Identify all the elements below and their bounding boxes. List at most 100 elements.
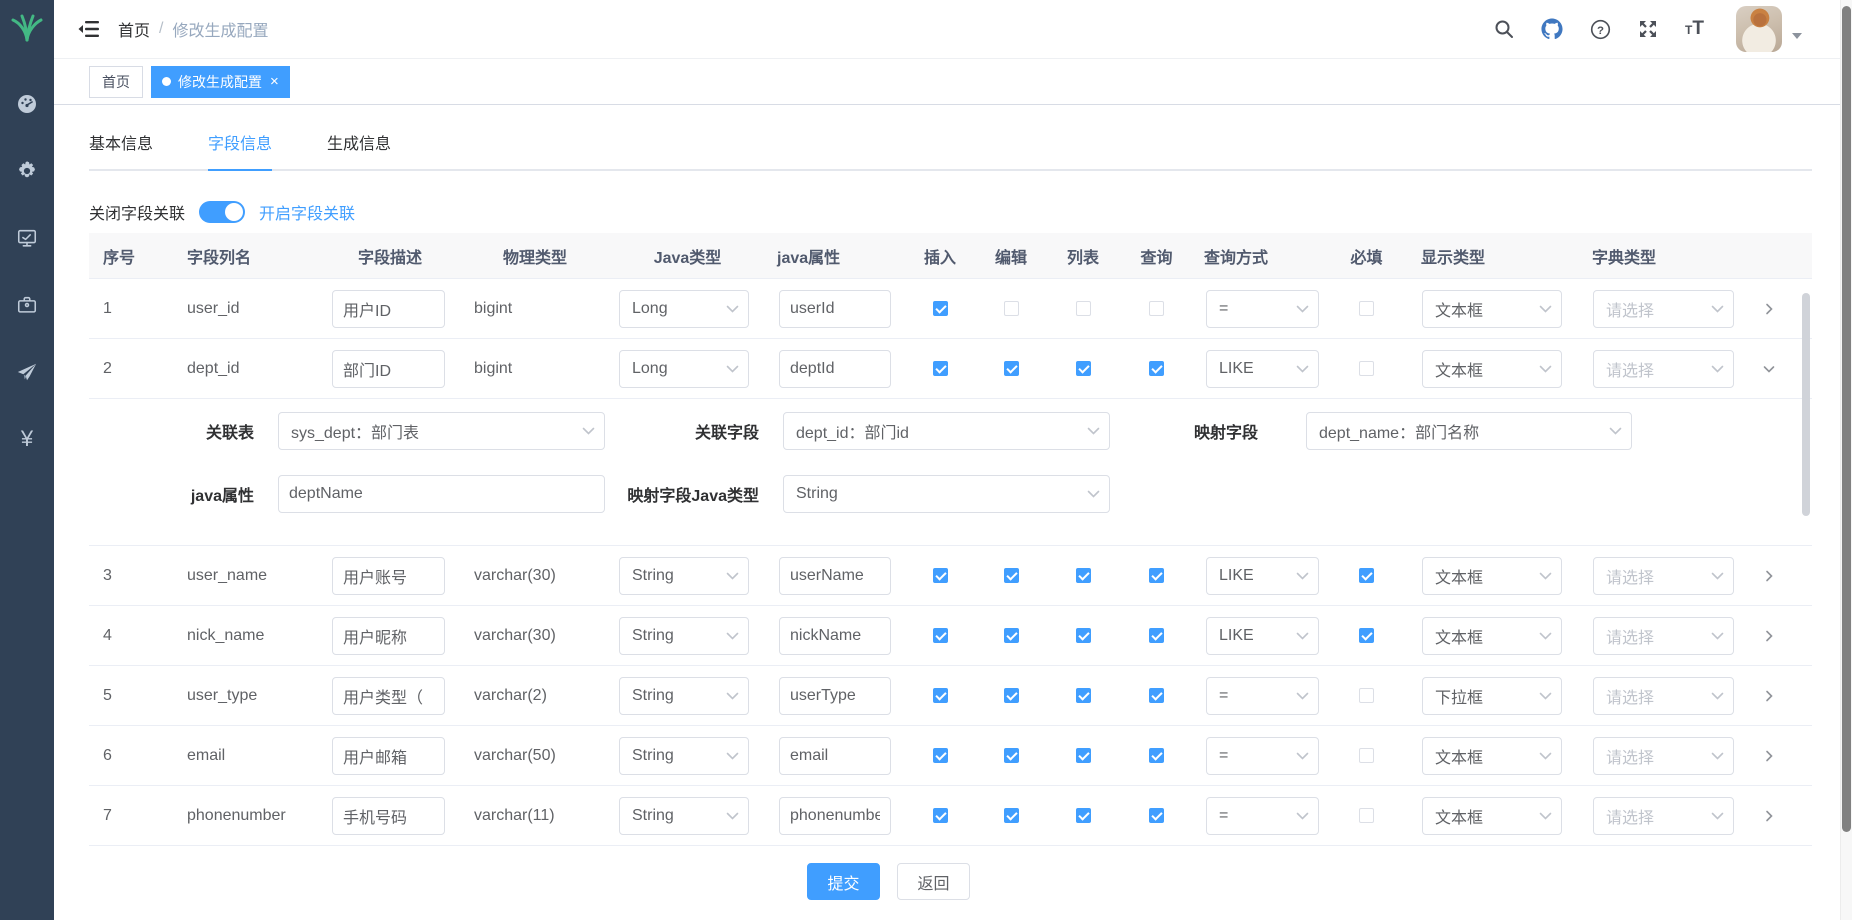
mapped-field-select[interactable]: dept_name：部门名称 xyxy=(1306,412,1632,450)
mapped-field-java-type-select[interactable]: String xyxy=(783,475,1110,513)
sidebar-item-pay[interactable]: ¥ xyxy=(0,405,54,472)
list-checkbox[interactable] xyxy=(1076,688,1091,703)
required-checkbox[interactable] xyxy=(1359,808,1374,823)
insert-checkbox[interactable] xyxy=(933,301,948,316)
list-checkbox[interactable] xyxy=(1076,361,1091,376)
java-field-input[interactable] xyxy=(779,797,891,835)
dict-type-select[interactable]: 请选择 xyxy=(1593,797,1734,835)
tab-field-info[interactable]: 字段信息 xyxy=(208,133,272,169)
dict-type-select[interactable]: 请选择 xyxy=(1593,677,1734,715)
dict-type-select[interactable]: 请选择 xyxy=(1593,557,1734,595)
required-checkbox[interactable] xyxy=(1359,568,1374,583)
required-checkbox[interactable] xyxy=(1359,301,1374,316)
display-type-select[interactable]: 文本框 xyxy=(1422,797,1562,835)
edit-checkbox[interactable] xyxy=(1004,361,1019,376)
tab-basic-info[interactable]: 基本信息 xyxy=(89,133,153,169)
sidebar-collapse-icon[interactable] xyxy=(78,19,100,39)
dict-type-select[interactable]: 请选择 xyxy=(1593,290,1734,328)
list-checkbox[interactable] xyxy=(1076,301,1091,316)
display-type-select[interactable]: 文本框 xyxy=(1422,350,1562,388)
display-type-select[interactable]: 文本框 xyxy=(1422,290,1562,328)
query-checkbox[interactable] xyxy=(1149,301,1164,316)
java-field-input[interactable] xyxy=(779,350,891,388)
list-checkbox[interactable] xyxy=(1076,808,1091,823)
expand-row-button[interactable] xyxy=(1744,302,1794,316)
insert-checkbox[interactable] xyxy=(933,808,948,823)
dict-type-select[interactable]: 请选择 xyxy=(1593,737,1734,775)
dict-type-select[interactable]: 请选择 xyxy=(1593,617,1734,655)
java-attribute-input[interactable] xyxy=(278,475,605,513)
expand-row-button[interactable] xyxy=(1744,629,1794,643)
query-checkbox[interactable] xyxy=(1149,361,1164,376)
help-icon[interactable]: ? xyxy=(1589,18,1611,40)
tab-generate-info[interactable]: 生成信息 xyxy=(327,133,391,169)
java-field-input[interactable] xyxy=(779,677,891,715)
back-button[interactable]: 返回 xyxy=(897,863,970,900)
java-field-input[interactable] xyxy=(779,617,891,655)
field-description-input[interactable] xyxy=(332,290,445,328)
query-checkbox[interactable] xyxy=(1149,568,1164,583)
required-checkbox[interactable] xyxy=(1359,628,1374,643)
field-description-input[interactable] xyxy=(332,617,445,655)
java-type-select[interactable]: String xyxy=(619,557,749,595)
github-icon[interactable] xyxy=(1541,18,1563,40)
avatar[interactable] xyxy=(1736,6,1782,52)
list-checkbox[interactable] xyxy=(1076,748,1091,763)
java-type-select[interactable]: String xyxy=(619,797,749,835)
user-menu[interactable] xyxy=(1736,6,1802,52)
sidebar-item-tool[interactable] xyxy=(0,271,54,338)
association-toggle[interactable] xyxy=(199,201,245,223)
insert-checkbox[interactable] xyxy=(933,688,948,703)
query-checkbox[interactable] xyxy=(1149,748,1164,763)
sidebar-item-dashboard[interactable] xyxy=(0,70,54,137)
expand-row-button[interactable] xyxy=(1744,689,1794,703)
expand-row-button[interactable] xyxy=(1744,362,1794,376)
java-field-input[interactable] xyxy=(779,557,891,595)
edit-checkbox[interactable] xyxy=(1004,628,1019,643)
search-icon[interactable] xyxy=(1493,18,1515,40)
expand-row-button[interactable] xyxy=(1744,809,1794,823)
field-description-input[interactable] xyxy=(332,677,445,715)
java-type-select[interactable]: String xyxy=(619,737,749,775)
sidebar-item-guide[interactable] xyxy=(0,338,54,405)
edit-checkbox[interactable] xyxy=(1004,688,1019,703)
list-checkbox[interactable] xyxy=(1076,628,1091,643)
display-type-select[interactable]: 文本框 xyxy=(1422,557,1562,595)
tag-active-view[interactable]: 修改生成配置 × xyxy=(151,66,290,98)
breadcrumb-home[interactable]: 首页 xyxy=(118,17,150,41)
query-checkbox[interactable] xyxy=(1149,628,1164,643)
expand-row-button[interactable] xyxy=(1744,569,1794,583)
query-checkbox[interactable] xyxy=(1149,808,1164,823)
query-checkbox[interactable] xyxy=(1149,688,1164,703)
list-checkbox[interactable] xyxy=(1076,568,1091,583)
font-size-icon[interactable]: TT xyxy=(1685,18,1704,40)
insert-checkbox[interactable] xyxy=(933,748,948,763)
field-description-input[interactable] xyxy=(332,350,445,388)
field-description-input[interactable] xyxy=(332,797,445,835)
query-mode-select[interactable]: = xyxy=(1206,737,1319,775)
java-type-select[interactable]: Long xyxy=(619,350,749,388)
app-logo-plant-icon[interactable] xyxy=(0,0,54,56)
insert-checkbox[interactable] xyxy=(933,628,948,643)
related-table-select[interactable]: sys_dept：部门表 xyxy=(278,412,605,450)
expand-row-button[interactable] xyxy=(1744,749,1794,763)
query-mode-select[interactable]: LIKE xyxy=(1206,557,1319,595)
query-mode-select[interactable]: = xyxy=(1206,290,1319,328)
edit-checkbox[interactable] xyxy=(1004,301,1019,316)
query-mode-select[interactable]: = xyxy=(1206,797,1319,835)
query-mode-select[interactable]: LIKE xyxy=(1206,617,1319,655)
display-type-select[interactable]: 下拉框 xyxy=(1422,677,1562,715)
related-field-select[interactable]: dept_id：部门id xyxy=(783,412,1110,450)
java-type-select[interactable]: Long xyxy=(619,290,749,328)
sidebar-item-monitor[interactable] xyxy=(0,204,54,271)
java-field-input[interactable] xyxy=(779,290,891,328)
edit-checkbox[interactable] xyxy=(1004,748,1019,763)
field-description-input[interactable] xyxy=(332,557,445,595)
java-type-select[interactable]: String xyxy=(619,617,749,655)
tag-home[interactable]: 首页 xyxy=(89,66,143,98)
display-type-select[interactable]: 文本框 xyxy=(1422,737,1562,775)
edit-checkbox[interactable] xyxy=(1004,568,1019,583)
submit-button[interactable]: 提交 xyxy=(807,863,880,900)
required-checkbox[interactable] xyxy=(1359,748,1374,763)
field-description-input[interactable] xyxy=(332,737,445,775)
